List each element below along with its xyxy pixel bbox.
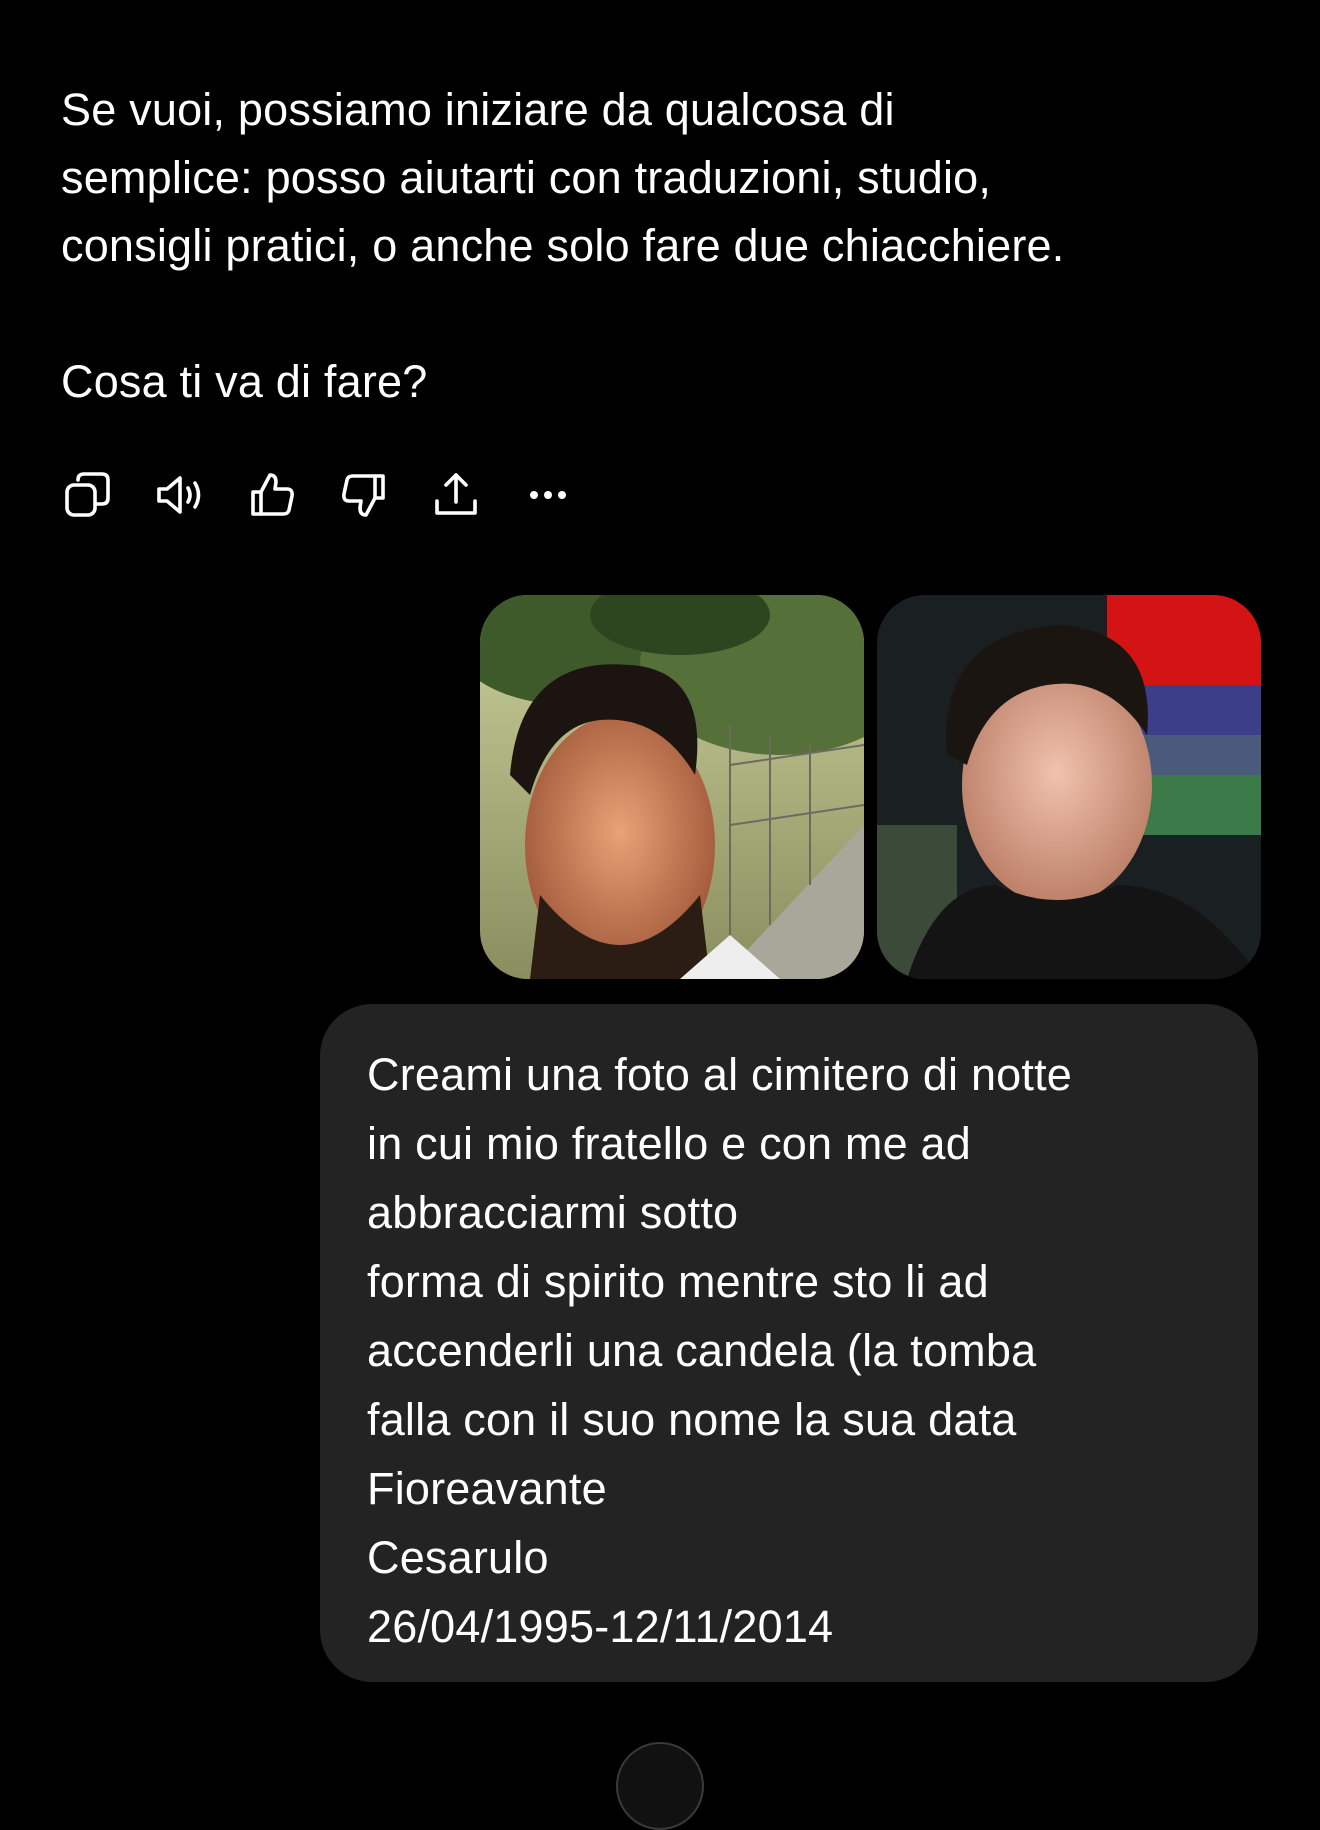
user-message-line: in cui mio fratello e con me ad bbox=[367, 1118, 971, 1169]
user-message-line: falla con il suo nome la sua data bbox=[367, 1394, 1017, 1445]
assistant-line: semplice: posso aiutarti con traduzioni,… bbox=[61, 152, 992, 203]
user-message-line: 26/04/1995-12/11/2014 bbox=[367, 1601, 834, 1652]
share-icon[interactable] bbox=[429, 468, 483, 522]
user-message-bubble: Creami una foto al cimitero di notte in … bbox=[320, 1004, 1258, 1682]
assistant-line: Se vuoi, possiamo iniziare da qualcosa d… bbox=[61, 84, 895, 135]
assistant-line: consigli pratici, o anche solo fare due … bbox=[61, 220, 1065, 271]
assistant-paragraph-1: Se vuoi, possiamo iniziare da qualcosa d… bbox=[61, 76, 1271, 280]
user-attached-images bbox=[480, 595, 1274, 979]
user-message-line: accenderli una candela (la tomba bbox=[367, 1325, 1037, 1376]
attached-photo-1[interactable] bbox=[480, 595, 864, 979]
read-aloud-icon[interactable] bbox=[153, 468, 207, 522]
message-action-bar bbox=[61, 466, 613, 524]
user-message-line: abbracciarmi sotto bbox=[367, 1187, 739, 1238]
thumbs-up-icon[interactable] bbox=[245, 468, 299, 522]
user-message-line: Fioreavante bbox=[367, 1463, 607, 1514]
attached-photo-2[interactable] bbox=[877, 595, 1261, 979]
user-message-line: forma di spirito mentre sto li ad bbox=[367, 1256, 989, 1307]
assistant-message: Se vuoi, possiamo iniziare da qualcosa d… bbox=[61, 76, 1271, 416]
thumbs-down-icon[interactable] bbox=[337, 468, 391, 522]
user-message-line: Creami una foto al cimitero di notte bbox=[367, 1049, 1073, 1100]
more-options-icon[interactable] bbox=[521, 468, 575, 522]
scroll-to-bottom-button[interactable] bbox=[616, 1742, 704, 1830]
user-message-line: Cesarulo bbox=[367, 1532, 549, 1583]
copy-icon[interactable] bbox=[61, 468, 115, 522]
assistant-paragraph-2: Cosa ti va di fare? bbox=[61, 356, 428, 407]
